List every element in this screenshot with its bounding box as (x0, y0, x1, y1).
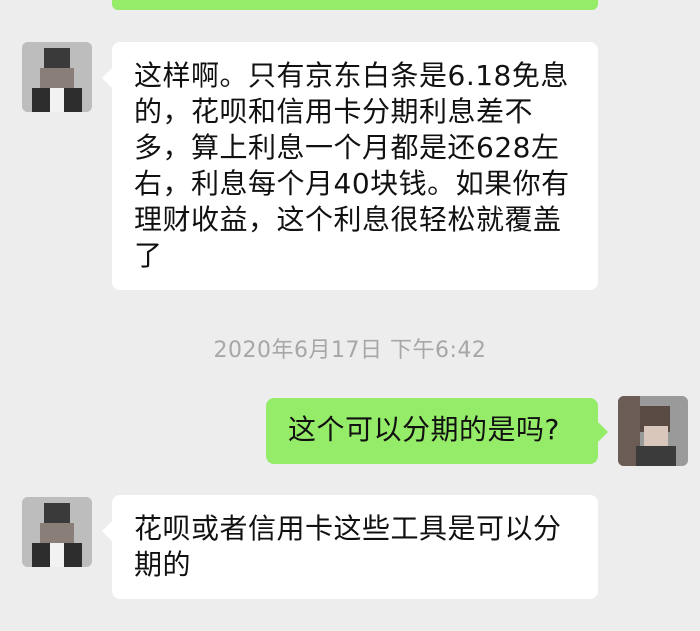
incoming-message-bubble[interactable]: 花呗或者信用卡这些工具是可以分期的 (102, 495, 598, 599)
chat-window: 这样啊。只有京东白条是6.18免息的，花呗和信用卡分期利息差不多，算上利息一个月… (0, 0, 700, 631)
contact-avatar[interactable] (22, 497, 92, 567)
outgoing-message-bubble[interactable]: 这个可以分期的是吗? (266, 398, 608, 464)
message-text: 这样啊。只有京东白条是6.18免息的，花呗和信用卡分期利息差不多，算上利息一个月… (134, 59, 570, 272)
my-avatar[interactable] (618, 396, 688, 466)
timestamp: 2020年6月17日 下午6:42 (213, 338, 487, 363)
message-text: 这个可以分期的是吗? (288, 413, 560, 446)
previous-outgoing-bubble[interactable] (112, 0, 598, 10)
incoming-message-bubble[interactable]: 这样啊。只有京东白条是6.18免息的，花呗和信用卡分期利息差不多，算上利息一个月… (102, 42, 598, 290)
message-text: 花呗或者信用卡这些工具是可以分期的 (134, 512, 562, 581)
contact-avatar[interactable] (22, 42, 92, 112)
